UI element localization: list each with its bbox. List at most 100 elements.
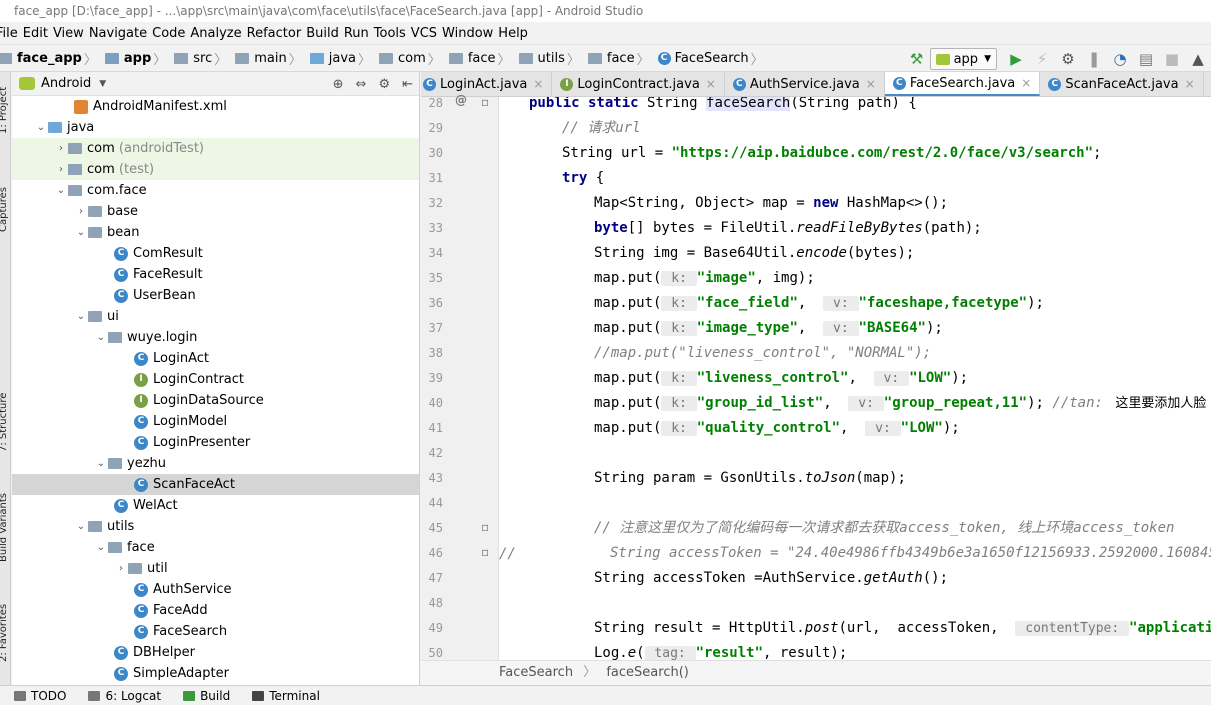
tree-item[interactable]: C AuthService [12, 579, 419, 600]
menu-analyze[interactable]: Analyze [190, 26, 247, 41]
chevron-down-icon[interactable]: ⌄ [34, 117, 48, 138]
tree-item[interactable]: › com (androidTest) [12, 138, 419, 159]
structure-tool-tab[interactable]: 7: Structure [0, 393, 9, 452]
tree-item[interactable]: › com (test) [12, 159, 419, 180]
apply-changes-icon[interactable]: ⚡ [1029, 48, 1055, 70]
attach-debugger-icon[interactable]: ❚ [1081, 48, 1107, 70]
chevron-right-icon[interactable]: › [74, 201, 88, 222]
tree-item[interactable]: ⌄ ui [12, 306, 419, 327]
todo-tool-tab[interactable]: TODO [14, 689, 66, 703]
override-marker-icon[interactable]: @ [455, 93, 467, 107]
coverage-icon[interactable]: ▤ [1133, 48, 1159, 70]
menu-code[interactable]: Code [152, 26, 191, 41]
tree-item-selected[interactable]: C ScanFaceAct [12, 474, 419, 495]
chevron-right-icon[interactable]: › [54, 138, 68, 159]
fold-icon[interactable]: ▫ [481, 520, 489, 534]
crumb-java[interactable]: java [329, 51, 356, 66]
crumb-project[interactable]: face_app [17, 51, 82, 66]
close-icon[interactable]: × [706, 77, 716, 91]
gear-icon[interactable]: ⚙ [378, 77, 390, 92]
crumb-main[interactable]: main [254, 51, 286, 66]
run-config-select[interactable]: app ▼ [929, 48, 997, 70]
run-icon[interactable]: ▶ [1003, 48, 1029, 70]
profiler-icon[interactable]: ◔ [1107, 48, 1133, 70]
tree-item[interactable]: C UserBean [12, 285, 419, 306]
tree-item[interactable]: ⌄ java [12, 117, 419, 138]
chevron-down-icon[interactable]: ⌄ [94, 453, 108, 474]
tree-item[interactable]: ⌄ face [12, 537, 419, 558]
chevron-down-icon[interactable]: ⌄ [74, 306, 88, 327]
chevron-down-icon[interactable]: ⌄ [94, 327, 108, 348]
menu-edit[interactable]: Edit [23, 26, 54, 41]
tree-item[interactable]: C FaceResult [12, 264, 419, 285]
tree-item[interactable]: ⌄ com.face [12, 180, 419, 201]
tree-item[interactable]: C WelAct [12, 495, 419, 516]
tree-item[interactable]: ⌄ utils [12, 516, 419, 537]
chevron-down-icon[interactable]: ⌄ [74, 516, 88, 537]
tree-item[interactable]: C DBHelper [12, 642, 419, 663]
menu-build[interactable]: Build [306, 26, 345, 41]
build-tool-tab[interactable]: Build [183, 689, 230, 703]
crumb-face-pkg[interactable]: face [607, 51, 635, 66]
chevron-down-icon[interactable]: ▼ [99, 79, 106, 89]
close-icon[interactable]: × [533, 77, 543, 91]
fold-icon[interactable]: ▫ [481, 95, 489, 109]
menu-refactor[interactable]: Refactor [247, 26, 308, 41]
stop-icon[interactable]: ■ [1159, 48, 1185, 70]
menu-view[interactable]: View [53, 26, 90, 41]
menu-window[interactable]: Window [442, 26, 499, 41]
close-icon[interactable]: × [1021, 76, 1031, 90]
chevron-down-icon[interactable]: ⌄ [94, 537, 108, 558]
editor-crumb-class[interactable]: FaceSearch [499, 665, 573, 680]
hammer-icon[interactable]: ⚒ [904, 48, 930, 70]
close-icon[interactable]: × [1185, 77, 1195, 91]
menu-vcs[interactable]: VCS [411, 26, 443, 41]
menu-run[interactable]: Run [344, 26, 375, 41]
tree-item[interactable]: ⌄ bean [12, 222, 419, 243]
tree-item[interactable]: I LoginContract [12, 369, 419, 390]
editor-crumb-method[interactable]: faceSearch() [606, 665, 689, 680]
tab-act-fa[interactable]: act_fa [1204, 72, 1211, 96]
crumb-com[interactable]: com [398, 51, 426, 66]
tree-item[interactable]: C LoginPresenter [12, 432, 419, 453]
code-area[interactable]: public static String faceSearch(String p… [500, 97, 1211, 660]
crumb-module[interactable]: app [124, 51, 151, 66]
chevron-down-icon[interactable]: ⌄ [74, 222, 88, 243]
debug-icon[interactable]: ⚙ [1055, 48, 1081, 70]
fold-icon[interactable]: ▫ [481, 545, 489, 559]
tree-item[interactable]: C ComResult [12, 243, 419, 264]
build-variants-tool-tab[interactable]: Build Variants [0, 493, 9, 562]
tab-face-search[interactable]: C FaceSearch.java × [884, 72, 1041, 96]
chevron-down-icon[interactable]: ⌄ [54, 180, 68, 201]
crumb-src[interactable]: src [193, 51, 212, 66]
tab-scan-face-act[interactable]: C ScanFaceAct.java × [1040, 72, 1204, 96]
favorites-tool-tab[interactable]: 2: Favorites [0, 604, 9, 662]
tree-item[interactable]: ⌄ yezhu [12, 453, 419, 474]
tree-item[interactable]: C LoginAct [12, 348, 419, 369]
crumb-face[interactable]: face [468, 51, 496, 66]
menu-file[interactable]: File [0, 26, 24, 41]
close-icon[interactable]: × [866, 77, 876, 91]
tree-item[interactable]: › base [12, 201, 419, 222]
tree-item[interactable]: ⌄ wuye.login [12, 327, 419, 348]
chevron-right-icon[interactable]: › [54, 159, 68, 180]
tree-item[interactable]: › util [12, 558, 419, 579]
project-view-mode[interactable]: Android [41, 76, 91, 91]
menu-tools[interactable]: Tools [374, 26, 412, 41]
sdk-manager-icon[interactable]: ▲ [1185, 48, 1211, 70]
tree-item[interactable]: C LoginModel [12, 411, 419, 432]
menu-help[interactable]: Help [498, 26, 534, 41]
chevron-right-icon[interactable]: › [114, 558, 128, 579]
tree-item[interactable]: C FaceAdd [12, 600, 419, 621]
tree-item[interactable]: I LoginDataSource [12, 390, 419, 411]
hide-panel-icon[interactable]: ⇤ [402, 77, 413, 92]
collapse-all-icon[interactable]: ⇔ [356, 77, 367, 92]
tree-item[interactable]: AndroidManifest.xml [12, 96, 419, 117]
tree-item[interactable]: C FaceSearch [12, 621, 419, 642]
tree-item[interactable]: C SimpleAdapter [12, 663, 419, 684]
terminal-tool-tab[interactable]: Terminal [252, 689, 320, 703]
captures-tool-tab[interactable]: Captures [0, 187, 9, 232]
crumb-utils[interactable]: utils [538, 51, 565, 66]
locate-icon[interactable]: ⊕ [333, 77, 344, 92]
menu-navigate[interactable]: Navigate [89, 26, 153, 41]
